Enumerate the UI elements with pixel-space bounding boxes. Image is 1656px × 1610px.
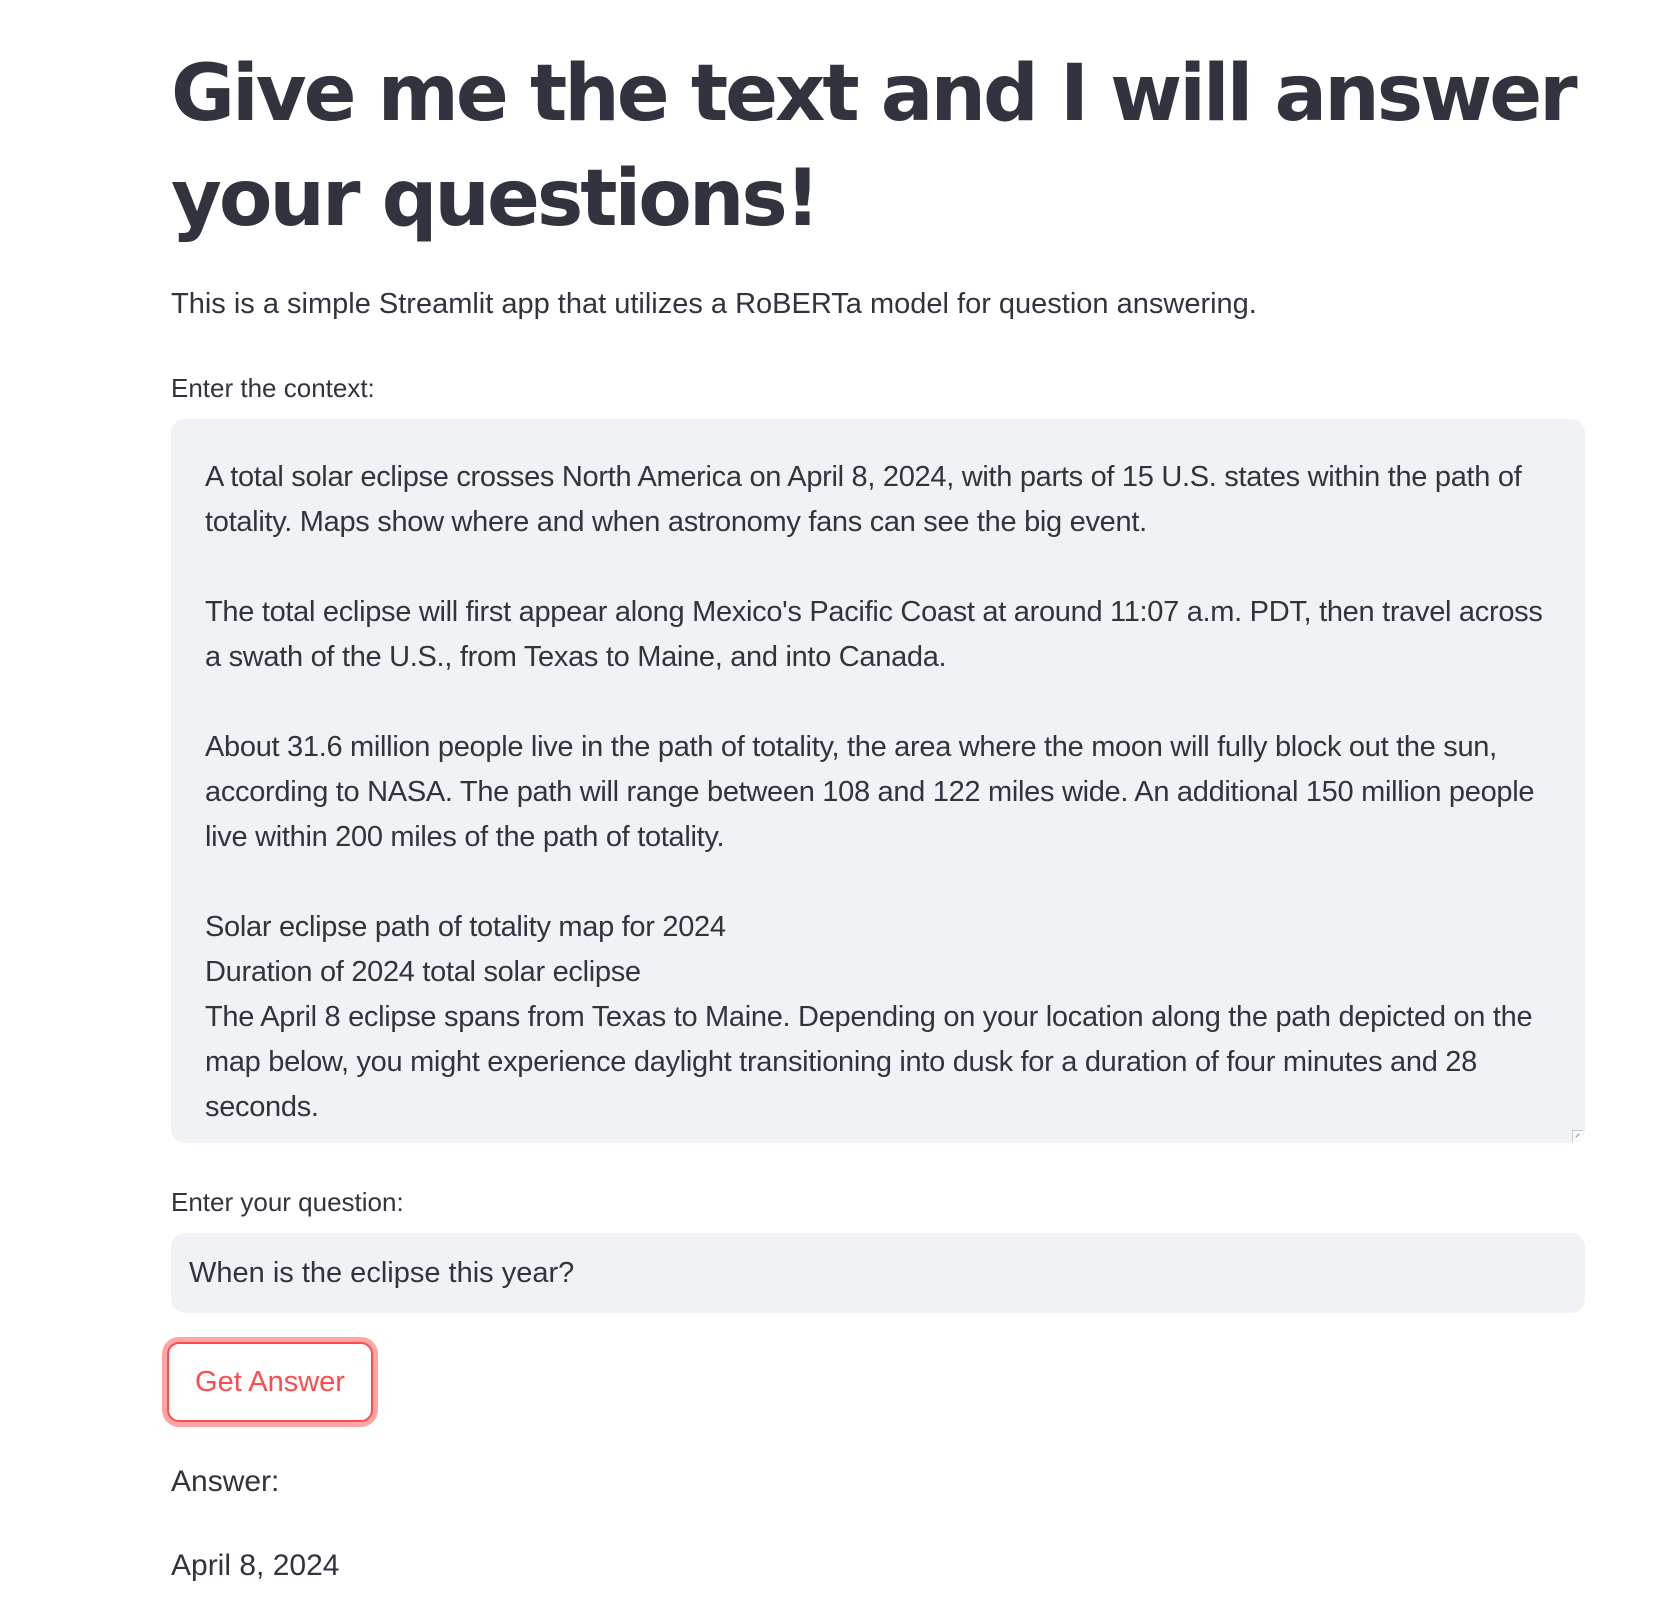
app-description: This is a simple Streamlit app that util… [171,288,1257,320]
context-paragraph: The total eclipse will first appear alon… [205,596,1543,673]
context-paragraph: Solar eclipse path of totality map for 2… [205,911,726,943]
context-text[interactable]: A total solar eclipse crosses North Amer… [205,455,1559,1130]
page-title: Give me the text and I will answer your … [171,49,1578,244]
context-textarea[interactable]: A total solar eclipse crosses North Amer… [171,419,1585,1143]
context-label: Enter the context: [171,373,375,403]
get-answer-button[interactable]: Get Answer [167,1342,373,1422]
context-paragraph: Duration of 2024 total solar eclipse [205,956,641,988]
context-paragraph: About 31.6 million people live in the pa… [205,731,1535,853]
question-label: Enter your question: [171,1187,404,1217]
textarea-resize-handle[interactable] [1572,1130,1583,1141]
question-input[interactable]: When is the eclipse this year? [171,1233,1585,1313]
answer-label: Answer: [171,1465,280,1498]
answer-value: April 8, 2024 [171,1549,340,1582]
context-paragraph: The April 8 eclipse spans from Texas to … [205,1001,1533,1123]
context-paragraph: A total solar eclipse crosses North Amer… [205,461,1522,538]
